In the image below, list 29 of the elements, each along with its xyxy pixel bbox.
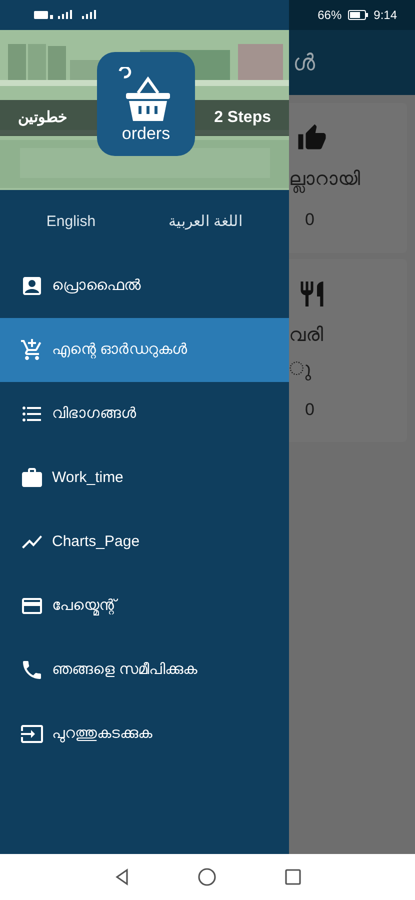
language-button[interactable]: English: [38, 210, 104, 234]
header-text: 2 Steps: [214, 108, 271, 128]
briefcase-icon: [20, 466, 44, 490]
menu-item[interactable]: Charts_Page: [0, 510, 289, 574]
menu-item[interactable]: ഞങ്ങളെ സമീപിക്കുക: [0, 638, 289, 702]
recents-icon[interactable]: [284, 868, 302, 886]
menu-item[interactable]: വിഭാഗങ്ങൾ: [0, 382, 289, 446]
language-button[interactable]: اللغة العربية: [160, 210, 251, 234]
page-title: ൾ: [293, 49, 315, 77]
exit-icon: [20, 722, 44, 746]
card-count: 0: [305, 398, 316, 420]
card-label: വരി: [289, 324, 324, 348]
menu-item[interactable]: പുറത്തുകടക്കുക: [0, 702, 289, 766]
menu-item[interactable]: പ്രൊഫൈൽ: [0, 254, 289, 318]
card-label: ല്ലാറായി: [289, 163, 407, 197]
battery-icon: [348, 10, 368, 20]
clock-text: 9:14: [374, 7, 397, 24]
menu-item[interactable]: പേയ്മെന്റ്: [0, 574, 289, 638]
home-icon[interactable]: [197, 867, 218, 887]
logo-text: orders: [122, 124, 170, 142]
phone-icon: [20, 658, 44, 682]
battery-text: 66%: [318, 7, 342, 24]
menu-item[interactable]: എന്റെ ഓർഡറുകൾ: [0, 318, 289, 382]
card-label: ു: [289, 358, 312, 382]
header-text: خطوتين: [18, 108, 67, 128]
menu-item[interactable]: Work_time: [0, 446, 289, 510]
cart-plus-icon: [20, 338, 44, 362]
person-card-icon: [20, 274, 44, 298]
card-count: 0: [305, 209, 316, 231]
